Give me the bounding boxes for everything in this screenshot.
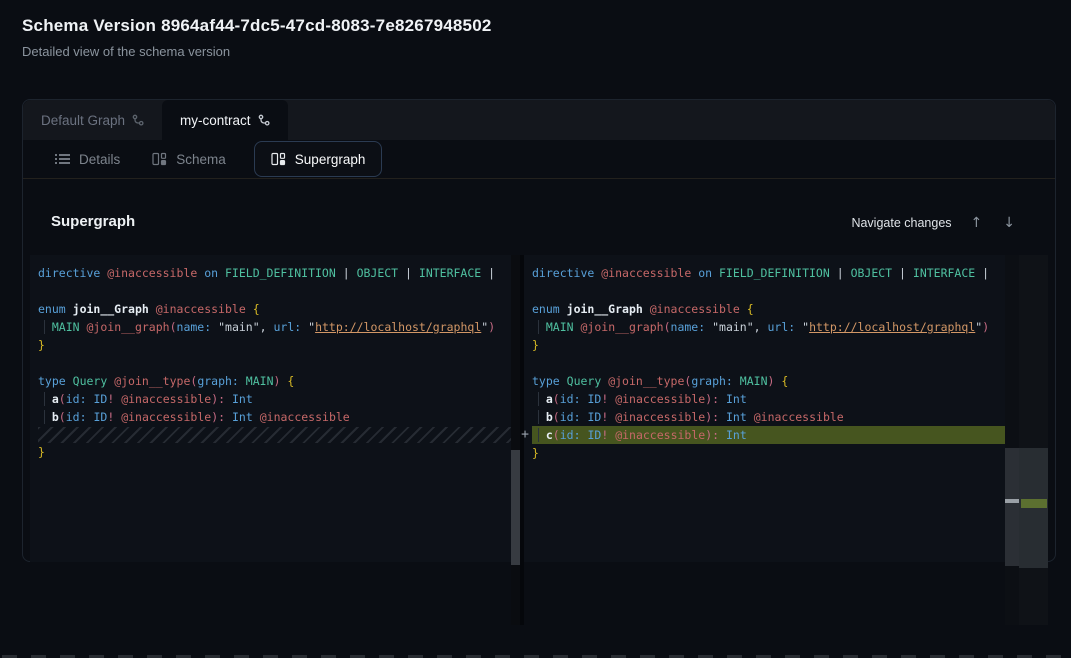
indent-guide — [538, 428, 539, 442]
panels-icon — [152, 152, 167, 166]
indent-guide — [44, 320, 45, 334]
supergraph-panel-title: Supergraph — [51, 213, 135, 230]
variant-tab-label: Default Graph — [41, 113, 125, 128]
indent-guide — [44, 410, 45, 424]
minimap-viewport[interactable] — [1019, 448, 1048, 568]
code-line: type Query @join__type(graph: MAIN) { — [38, 372, 511, 390]
code-line — [532, 282, 1018, 300]
minimap[interactable] — [1019, 255, 1048, 625]
left-scrollbar-thumb[interactable] — [511, 450, 520, 565]
indent-guide — [538, 392, 539, 406]
minimap-change-marker-green — [1021, 499, 1047, 508]
indent-guide — [538, 320, 539, 334]
code-line: b(id: ID! @inaccessible): Int @inaccessi… — [38, 408, 511, 426]
list-icon — [55, 153, 70, 165]
tab-supergraph[interactable]: Supergraph — [254, 141, 383, 177]
navigate-changes-label: Navigate changes — [851, 216, 951, 230]
code-line: } — [38, 443, 511, 461]
code-line: directive @inaccessible on FIELD_DEFINIT… — [38, 264, 511, 282]
code-line: type Query @join__type(graph: MAIN) { — [532, 372, 1018, 390]
page-title: Schema Version 8964af44-7dc5-47cd-8083-7… — [22, 16, 492, 36]
code-line — [38, 354, 511, 372]
code-line: enum join__Graph @inaccessible { — [532, 300, 1018, 318]
navigate-next-change-button[interactable]: ↓ — [1001, 214, 1017, 232]
code-line: directive @inaccessible on FIELD_DEFINIT… — [532, 264, 1018, 282]
right-scrollbar-area[interactable] — [1005, 255, 1048, 625]
code-line: } — [38, 336, 511, 354]
variant-tab-my-contract[interactable]: my-contract — [162, 100, 288, 140]
code-line — [38, 282, 511, 300]
tab-label: Supergraph — [295, 152, 366, 167]
tab-label: Details — [79, 152, 120, 167]
schema-version-page: Schema Version 8964af44-7dc5-47cd-8083-7… — [0, 0, 1071, 658]
code-line: a(id: ID! @inaccessible): Int — [38, 390, 511, 408]
view-tabs: Details Schema Supergraph — [23, 140, 1055, 179]
tab-details[interactable]: Details — [39, 140, 136, 178]
indent-guide — [44, 392, 45, 406]
navigate-previous-change-button[interactable]: ↑ — [969, 214, 985, 232]
diff-pane-left[interactable]: directive @inaccessible on FIELD_DEFINIT… — [30, 255, 511, 562]
code-line: b(id: ID! @inaccessible): Int @inaccessi… — [532, 408, 1018, 426]
panels-icon — [271, 152, 286, 166]
code-line: MAIN @join__graph(name: "main", url: "ht… — [532, 318, 1018, 336]
diff-added-marker: + — [517, 426, 533, 444]
code-line: MAIN @join__graph(name: "main", url: "ht… — [38, 318, 511, 336]
diff-placeholder-row — [38, 427, 511, 443]
page-subtitle: Detailed view of the schema version — [22, 44, 230, 59]
tab-schema[interactable]: Schema — [136, 140, 242, 178]
diff-pane-right[interactable]: directive @inaccessible on FIELD_DEFINIT… — [524, 255, 1018, 562]
variant-tab-label: my-contract — [180, 113, 251, 128]
tab-label: Schema — [176, 152, 226, 167]
diff-added-line: c(id: ID! @inaccessible): Int — [532, 426, 1018, 444]
minimap-change-marker-gray — [1005, 499, 1019, 503]
navigate-changes: Navigate changes ↑ ↓ — [851, 214, 1017, 232]
variant-branch-icon — [132, 114, 144, 126]
variant-tab-default-graph[interactable]: Default Graph — [23, 100, 162, 140]
right-scrollbar-thumb[interactable] — [1005, 448, 1019, 566]
variant-branch-icon — [258, 114, 270, 126]
code-line: } — [532, 444, 1018, 462]
indent-guide — [538, 410, 539, 424]
code-line: } — [532, 336, 1018, 354]
variant-tabs: Default Graph my-contract — [23, 100, 1055, 140]
code-line: enum join__Graph @inaccessible { — [38, 300, 511, 318]
code-line: a(id: ID! @inaccessible): Int — [532, 390, 1018, 408]
code-line — [532, 354, 1018, 372]
